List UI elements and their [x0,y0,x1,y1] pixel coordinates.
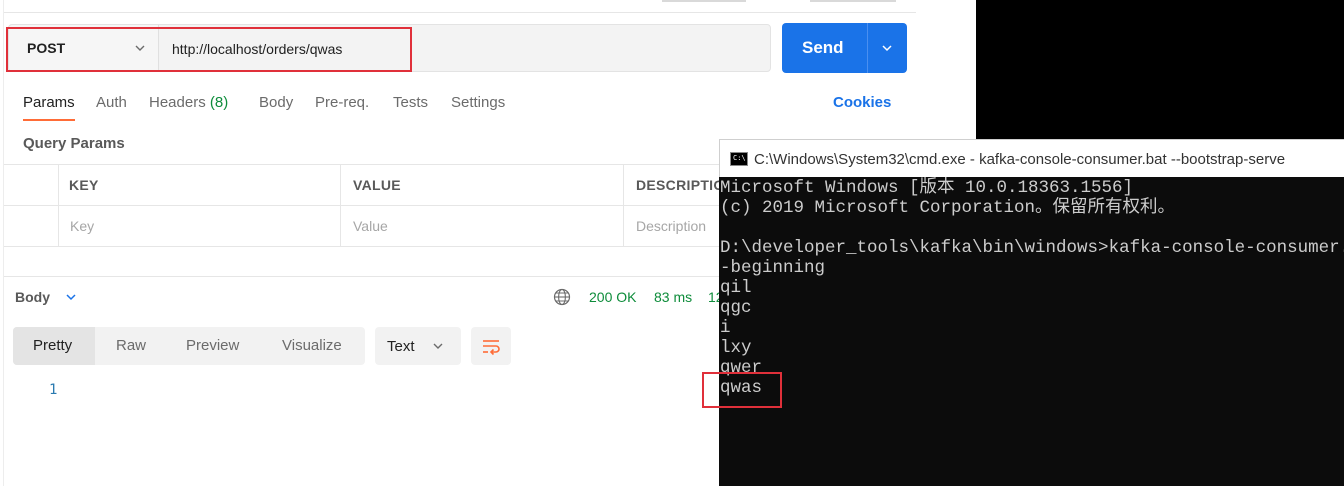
query-params-title: Query Params [23,135,125,152]
highlight-box [6,27,412,72]
tab-stub [810,0,896,2]
send-button[interactable]: Send [782,23,907,73]
headers-count: (8) [209,94,229,111]
value-placeholder: Value [353,218,388,234]
column-header-description: DESCRIPTIO [636,177,725,193]
format-select[interactable]: Text [375,327,461,365]
tab-settings[interactable]: Settings [451,94,505,111]
wrap-lines-icon [483,340,500,356]
view-visualize[interactable]: Visualize [282,337,342,354]
tab-headers-label: Headers [149,94,206,111]
send-divider [867,23,868,73]
console-line: qil [720,278,752,298]
key-header-cell: KEY [59,165,341,205]
cmd-title: C:\Windows\System32\cmd.exe - kafka-cons… [754,151,1286,168]
console-line: lxy [720,338,752,358]
chevron-down-icon [433,343,443,349]
tab-params[interactable]: Params [23,94,75,111]
active-tab-indicator [23,119,75,121]
header-divider [0,12,916,13]
value-input[interactable]: Value [341,206,624,246]
format-label: Text [387,338,415,355]
response-time[interactable]: 83 ms [654,289,692,305]
background-window [976,0,1344,140]
key-input[interactable]: Key [59,206,341,246]
cmd-icon-text: C:\ [733,154,746,162]
console-line: Microsoft Windows [版本 10.0.18363.1556] [720,178,1134,198]
response-divider [4,276,724,277]
cmd-console[interactable]: Microsoft Windows [版本 10.0.18363.1556] (… [719,177,1344,486]
console-line: i [720,318,731,338]
status-code[interactable]: 200 OK [589,289,636,305]
tab-pre-request[interactable]: Pre-req. [315,94,369,111]
chevron-down-icon[interactable] [64,290,78,304]
console-line: D:\developer_tools\kafka\bin\windows>kaf… [720,238,1344,258]
table-header-row: KEY VALUE DESCRIPTIO [4,165,744,206]
table-row: Key Value Description [4,206,744,247]
response-body-label[interactable]: Body [15,289,50,305]
description-placeholder: Description [636,218,707,234]
tab-body[interactable]: Body [259,94,293,111]
send-label: Send [802,38,844,57]
view-mode-segmented: Pretty Raw Preview Visualize [13,327,365,365]
wrap-lines-button[interactable] [471,327,511,365]
checkbox-column [4,165,59,205]
highlight-box [702,372,782,408]
console-line: qgc [720,298,752,318]
cmd-window[interactable]: C:\ C:\Windows\System32\cmd.exe - kafka-… [719,139,1344,486]
tab-stub [662,0,746,2]
checkbox-cell[interactable] [4,206,59,246]
view-preview[interactable]: Preview [186,337,239,354]
tab-tests[interactable]: Tests [393,94,428,111]
tab-headers[interactable]: Headers (8) [149,94,228,111]
globe-icon[interactable] [553,288,571,306]
key-placeholder: Key [70,218,95,234]
value-header-cell: VALUE [341,165,624,205]
cmd-app-icon: C:\ [730,152,748,166]
view-raw[interactable]: Raw [116,337,146,354]
column-header-value: VALUE [353,177,401,193]
tab-auth[interactable]: Auth [96,94,127,111]
query-params-table: KEY VALUE DESCRIPTIO Key Value Descripti… [4,164,744,247]
column-header-key: KEY [69,177,99,193]
console-line: -beginning [720,258,826,278]
cmd-titlebar[interactable]: C:\ C:\Windows\System32\cmd.exe - kafka-… [719,139,1344,177]
chevron-down-icon[interactable] [880,41,894,55]
view-pretty[interactable]: Pretty [33,337,72,354]
line-number: 1 [49,382,58,398]
request-tabs: Params Auth Headers (8) Body Pre-req. Te… [23,94,903,122]
cookies-link[interactable]: Cookies [833,94,891,111]
console-line: (c) 2019 Microsoft Corporation。保留所有权利。 [720,198,1176,218]
